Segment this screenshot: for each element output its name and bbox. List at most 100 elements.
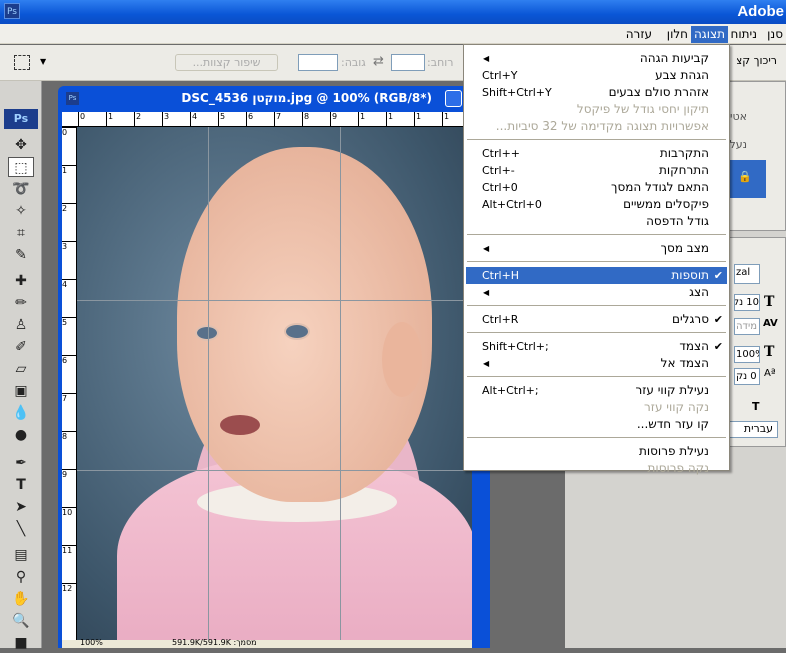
ruler-tick-label: 7 <box>62 393 77 403</box>
menu-item-label: תיקון יחסי גודל של פיקסל <box>576 102 709 116</box>
zoom-tool-icon[interactable]: 🔍 <box>8 611 34 631</box>
move-tool-icon[interactable]: ✥ <box>8 135 34 155</box>
menu-item-label: התרחקות <box>658 163 709 177</box>
view-menu-dropdown: קביעות הגהה ◀ הגהת צבע Ctrl+Y אזהרת סולם צבע… <box>463 44 730 475</box>
menu-analysis[interactable]: ניתוח <box>728 26 760 43</box>
baseline-field[interactable]: 0 נק <box>734 368 760 385</box>
type-tool-icon[interactable]: T <box>8 475 34 495</box>
marquee-tool-icon[interactable] <box>14 55 30 70</box>
menu-item[interactable]: התקרבות Ctrl++ <box>466 145 727 162</box>
vertical-ruler[interactable]: 0 1 2 3 4 5 6 7 8 9 10 11 12 <box>62 127 77 640</box>
submenu-arrow-icon: ◀ <box>483 359 490 368</box>
menu-item-shortcut: Shift+Ctrl+Y <box>482 86 552 99</box>
vertical-scale-field[interactable]: 100% <box>734 346 760 363</box>
menu-item-label: נעילת קווי עזר <box>635 383 709 397</box>
eyedropper-icon[interactable]: ⚲ <box>8 567 34 587</box>
width-input[interactable] <box>391 54 425 71</box>
healing-brush-icon[interactable]: ✚ <box>8 271 34 291</box>
menu-window[interactable]: חלון <box>664 26 691 43</box>
text-style-icon[interactable]: T <box>752 400 760 413</box>
chevron-down-icon[interactable]: ▼ <box>40 57 46 66</box>
baseline-shift-icon: Aª <box>764 368 776 379</box>
dodge-tool-icon[interactable]: ● <box>8 425 34 445</box>
color-swatches-icon[interactable]: ■ <box>8 633 34 653</box>
menu-item-label: התקרבות <box>659 146 709 160</box>
document-title-bar[interactable]: Ps DSC_4536 מוקטן.jpg @ 100% (RGB/8*) <box>58 86 490 110</box>
menu-item[interactable]: התאם לגודל המסך Ctrl+0 <box>466 179 727 196</box>
ruler-tick-label: 3 <box>162 112 169 127</box>
menu-item[interactable]: התרחקות Ctrl+- <box>466 162 727 179</box>
menu-item[interactable]: מצב מסך ◀ <box>466 240 727 257</box>
tracking-field[interactable]: מידה <box>734 318 760 335</box>
image-canvas[interactable] <box>77 127 472 640</box>
menu-item-shortcut: Ctrl+0 <box>482 181 518 194</box>
blur-tool-icon[interactable]: 💧 <box>8 403 34 423</box>
menu-separator <box>467 376 726 377</box>
checkmark-icon: ✔ <box>713 313 723 326</box>
menu-separator <box>467 261 726 262</box>
submenu-arrow-icon: ◀ <box>483 54 490 63</box>
menu-separator <box>467 234 726 235</box>
height-input[interactable] <box>298 54 338 71</box>
crop-tool-icon[interactable]: ⌗ <box>8 223 34 243</box>
magic-wand-icon[interactable]: ✧ <box>8 201 34 221</box>
guide-horizontal[interactable] <box>77 300 472 301</box>
menu-item[interactable]: קו עזר חדש... <box>466 416 727 433</box>
menu-separator <box>467 332 726 333</box>
right-eye <box>284 323 310 340</box>
minimize-button[interactable] <box>445 90 462 107</box>
menu-item[interactable]: הצמד Shift+Ctrl+; ✔ <box>466 338 727 355</box>
notes-tool-icon[interactable]: ▤ <box>8 545 34 565</box>
lasso-tool-icon[interactable]: ➰ <box>8 179 34 199</box>
menu-item-shortcut: Shift+Ctrl+; <box>482 340 549 353</box>
menu-item[interactable]: קביעות הגהה ◀ <box>466 50 727 67</box>
status-bar: 100% מסמך: 591.9K/591.9K <box>62 638 472 648</box>
line-tool-icon[interactable]: ╲ <box>8 519 34 539</box>
slice-tool-icon[interactable]: ✎ <box>8 245 34 265</box>
menu-item[interactable]: הצמד אל ◀ <box>466 355 727 372</box>
menu-item[interactable]: אזהרת סולם צבעים Shift+Ctrl+Y <box>466 84 727 101</box>
clone-stamp-icon[interactable]: ♙ <box>8 315 34 335</box>
ruler-tick-label: 4 <box>62 279 77 289</box>
menu-item[interactable]: נעילת פרוסות <box>466 443 727 460</box>
ruler-tick-label: 6 <box>246 112 253 127</box>
refine-edge-button[interactable]: שיפור קצוות... <box>175 54 278 71</box>
menu-item-label: הגהת צבע <box>655 68 709 82</box>
menu-item[interactable]: גודל הדפסה <box>466 213 727 230</box>
horizontal-ruler[interactable]: 0 1 2 3 4 5 6 7 8 9 1 1 1 1 <box>62 112 472 127</box>
menu-view[interactable]: תצוגה <box>690 26 728 43</box>
menu-item-label: הצמד אל <box>660 356 709 370</box>
zoom-level[interactable]: 100% <box>80 638 103 647</box>
menu-item[interactable]: הצג ◀ <box>466 284 727 301</box>
menu-item[interactable]: סרגלים Ctrl+R ✔ <box>466 311 727 328</box>
brush-tool-icon[interactable]: ✏ <box>8 293 34 313</box>
font-family-field[interactable]: zal <box>734 264 760 284</box>
guide-vertical[interactable] <box>208 127 209 640</box>
gradient-tool-icon[interactable]: ▣ <box>8 381 34 401</box>
font-size-field[interactable]: 10 נק <box>734 294 760 311</box>
menu-item[interactable]: הגהת צבע Ctrl+Y <box>466 67 727 84</box>
menu-help[interactable]: עזרה <box>623 26 655 43</box>
menu-item[interactable]: נעילת קווי עזר Alt+Ctrl+; <box>466 382 727 399</box>
ruler-tick-label: 2 <box>134 112 141 127</box>
path-selection-icon[interactable]: ➤ <box>8 497 34 517</box>
lock-icon: 🔒 <box>738 170 752 183</box>
font-size-icon: T <box>764 294 775 310</box>
swap-icon[interactable]: ⇄ <box>373 54 384 69</box>
menu-item-label: הצמד <box>679 339 709 353</box>
menu-item[interactable]: תוספות Ctrl+H ✔ <box>466 267 727 284</box>
marquee-tool-icon[interactable]: ⬚ <box>8 157 34 177</box>
toolbox: Ps ✥ ⬚ ➰ ✧ ⌗ ✎ ✚ ✏ ♙ ✐ ▱ ▣ 💧 ● ✒ T ➤ ╲ ▤… <box>0 81 42 651</box>
ruler-tick-label: 1 <box>358 112 365 127</box>
ruler-tick-label: 1 <box>62 165 77 175</box>
menu-filter[interactable]: סנן <box>764 26 786 43</box>
guide-horizontal[interactable] <box>77 470 472 471</box>
eraser-icon[interactable]: ▱ <box>8 359 34 379</box>
history-brush-icon[interactable]: ✐ <box>8 337 34 357</box>
menu-item[interactable]: פיקסלים ממשיים Alt+Ctrl+0 <box>466 196 727 213</box>
hand-tool-icon[interactable]: ✋ <box>8 589 34 609</box>
pen-tool-icon[interactable]: ✒ <box>8 453 34 473</box>
ruler-tick-label: 8 <box>302 112 309 127</box>
menu-item: נקה קווי עזר <box>466 399 727 416</box>
guide-vertical[interactable] <box>340 127 341 640</box>
